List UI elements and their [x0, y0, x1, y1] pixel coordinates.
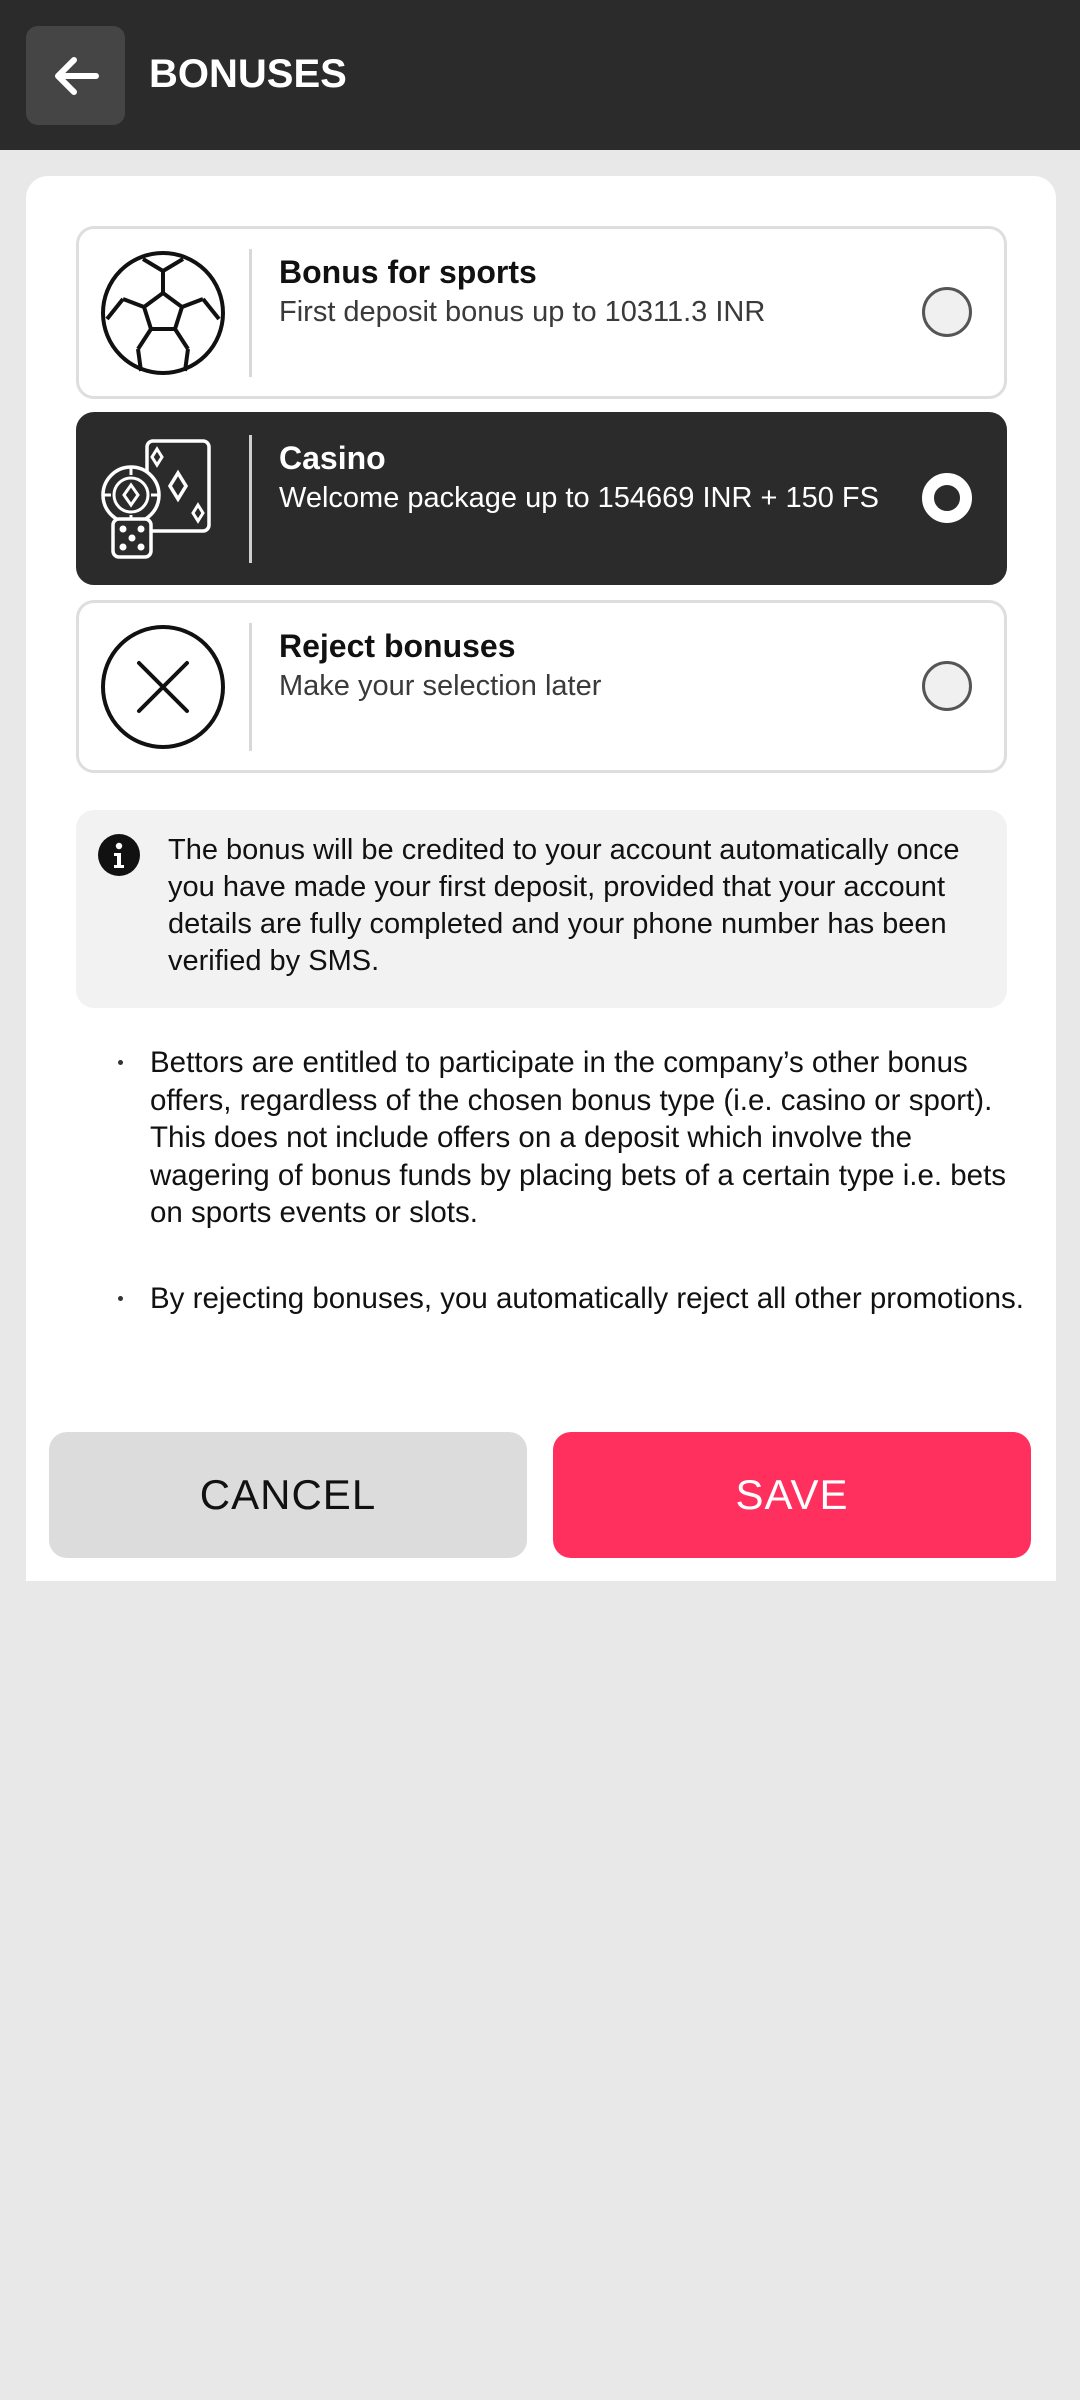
- bullet-dot: [118, 1060, 123, 1065]
- casino-chip-cards-dice-icon: [99, 435, 227, 563]
- option-subtitle: First deposit bonus up to 10311.3 INR: [279, 296, 766, 328]
- list-item: Bettors are entitled to participate in t…: [86, 1044, 1026, 1232]
- option-text: Reject bonuses Make your selection later: [279, 625, 879, 706]
- circle-x-icon: [99, 623, 227, 751]
- back-button[interactable]: [26, 26, 125, 125]
- option-title: Reject bonuses: [279, 628, 516, 664]
- info-text: The bonus will be credited to your accou…: [168, 834, 960, 977]
- bonus-option-casino[interactable]: Casino Welcome package up to 154669 INR …: [76, 412, 1007, 585]
- option-divider: [249, 623, 252, 751]
- terms-list: Bettors are entitled to participate in t…: [86, 1044, 1026, 1317]
- option-text: Bonus for sports First deposit bonus up …: [279, 251, 879, 332]
- option-text: Casino Welcome package up to 154669 INR …: [279, 437, 879, 518]
- option-subtitle: Make your selection later: [279, 670, 602, 702]
- bullet-dot: [118, 1295, 123, 1301]
- list-item: By rejecting bonuses, you automatically …: [86, 1280, 1026, 1318]
- bonus-option-sports[interactable]: Bonus for sports First deposit bonus up …: [76, 226, 1007, 399]
- page-title: BONUSES: [149, 52, 347, 96]
- option-divider: [249, 435, 252, 563]
- radio-reject[interactable]: [922, 661, 972, 711]
- option-divider: [249, 249, 252, 377]
- arrow-left-icon: [54, 56, 99, 95]
- list-item-text: Bettors are entitled to participate in t…: [150, 1046, 1007, 1229]
- radio-sports[interactable]: [922, 287, 972, 337]
- option-title: Bonus for sports: [279, 254, 537, 290]
- info-icon: [98, 834, 140, 876]
- bonus-option-reject[interactable]: Reject bonuses Make your selection later: [76, 600, 1007, 773]
- option-title: Casino: [279, 440, 386, 476]
- app-header: BONUSES: [0, 0, 1080, 150]
- action-footer: CANCEL SAVE: [26, 1406, 1056, 1581]
- save-button[interactable]: SAVE: [553, 1432, 1031, 1558]
- soccer-ball-icon: [99, 249, 227, 377]
- list-item-text: By rejecting bonuses, you automatically …: [150, 1281, 1024, 1315]
- radio-casino[interactable]: [922, 473, 972, 523]
- option-subtitle: Welcome package up to 154669 INR + 150 F…: [279, 482, 879, 514]
- info-notice: The bonus will be credited to your accou…: [76, 810, 1007, 1008]
- bonus-panel: Bonus for sports First deposit bonus up …: [26, 176, 1056, 1406]
- cancel-button[interactable]: CANCEL: [49, 1432, 527, 1558]
